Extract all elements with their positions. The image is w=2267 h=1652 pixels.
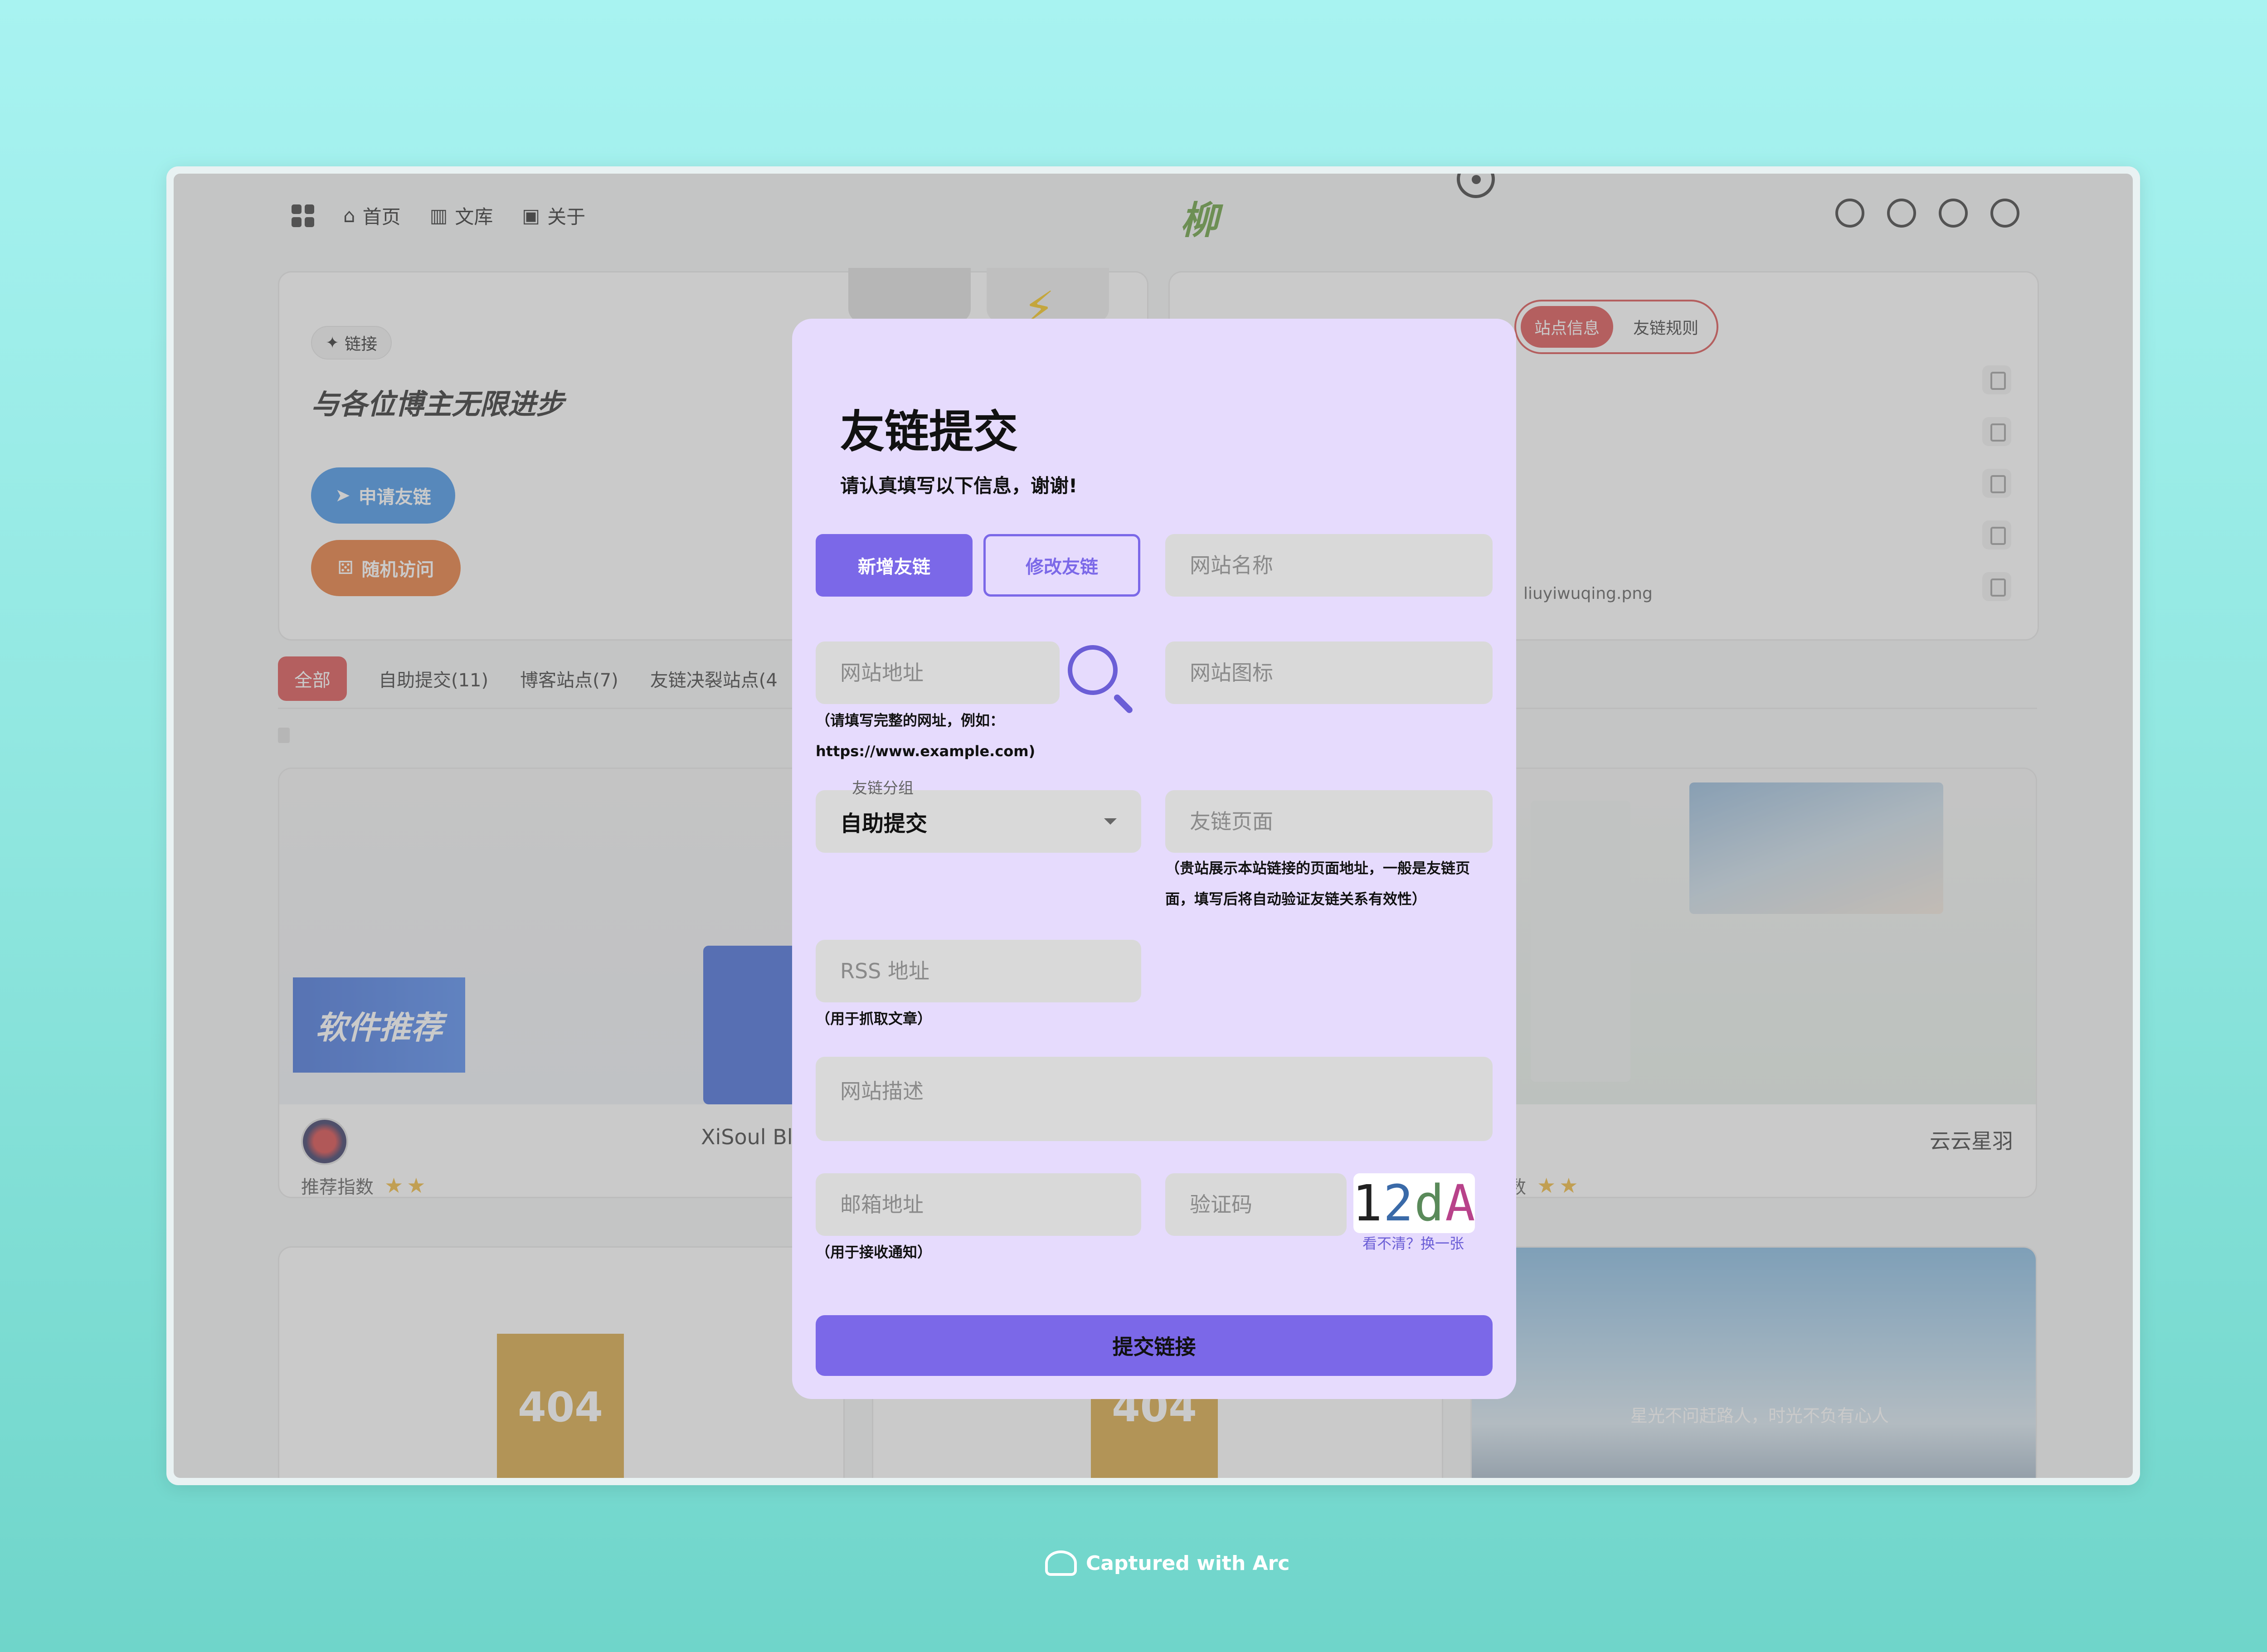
url-hint: （请填写完整的网址，例如： https://www.example.com) <box>816 705 1035 767</box>
submit-link-button[interactable]: 提交链接 <box>816 1315 1493 1376</box>
captcha-char: 1 <box>1352 1174 1383 1232</box>
captcha-image[interactable]: 12dA <box>1352 1173 1476 1233</box>
friend-link-modal: 友链提交 请认真填写以下信息，谢谢! 新增友链 修改友链 （请填写完整的网址，例… <box>792 319 1516 1399</box>
email-input[interactable] <box>816 1173 1141 1236</box>
group-select-label: 友链分组 <box>852 779 914 797</box>
url-hint-line: （请填写完整的网址，例如： <box>816 712 1005 729</box>
description-textarea[interactable] <box>816 1057 1493 1141</box>
captcha-char: d <box>1414 1174 1445 1232</box>
captcha-refresh-link[interactable]: 看不清？换一张 <box>1362 1232 1464 1253</box>
new-link-button[interactable]: 新增友链 <box>816 534 973 597</box>
site-url-input[interactable] <box>816 641 1060 704</box>
captcha-char: 2 <box>1383 1174 1414 1232</box>
rss-hint: （用于抓取文章） <box>816 1010 932 1027</box>
captcha-input[interactable] <box>1165 1173 1347 1236</box>
friend-page-hint: （贵站展示本站链接的页面地址，一般是友链页 面，填写后将自动验证友链关系有效性） <box>1165 853 1493 914</box>
site-icon-input[interactable] <box>1165 641 1493 704</box>
url-hint-line: https://www.example.com) <box>816 743 1036 760</box>
capture-caption: Captured with Arc <box>1045 1550 1289 1576</box>
friend-page-hint-line: （贵站展示本站链接的页面地址，一般是友链页 <box>1165 860 1470 877</box>
group-select-value: 自助提交 <box>840 811 928 836</box>
modal-subtitle: 请认真填写以下信息，谢谢! <box>840 475 1078 497</box>
rss-input[interactable] <box>816 940 1141 1002</box>
modal-title: 友链提交 <box>840 406 1018 458</box>
chevron-down-icon <box>1104 818 1117 825</box>
edit-link-button[interactable]: 修改友链 <box>983 534 1140 597</box>
group-select[interactable]: 自助提交 <box>816 790 1141 853</box>
capture-caption-text: Captured with Arc <box>1086 1551 1290 1575</box>
site-name-input[interactable] <box>1165 534 1493 597</box>
captcha-char: A <box>1445 1174 1476 1232</box>
email-hint: （用于接收通知） <box>816 1244 932 1261</box>
friend-page-hint-line: 面，填写后将自动验证友链关系有效性） <box>1165 890 1427 908</box>
url-check-icon[interactable] <box>1068 645 1118 695</box>
arc-logo-icon <box>1045 1550 1077 1576</box>
friend-page-input[interactable] <box>1165 790 1493 853</box>
